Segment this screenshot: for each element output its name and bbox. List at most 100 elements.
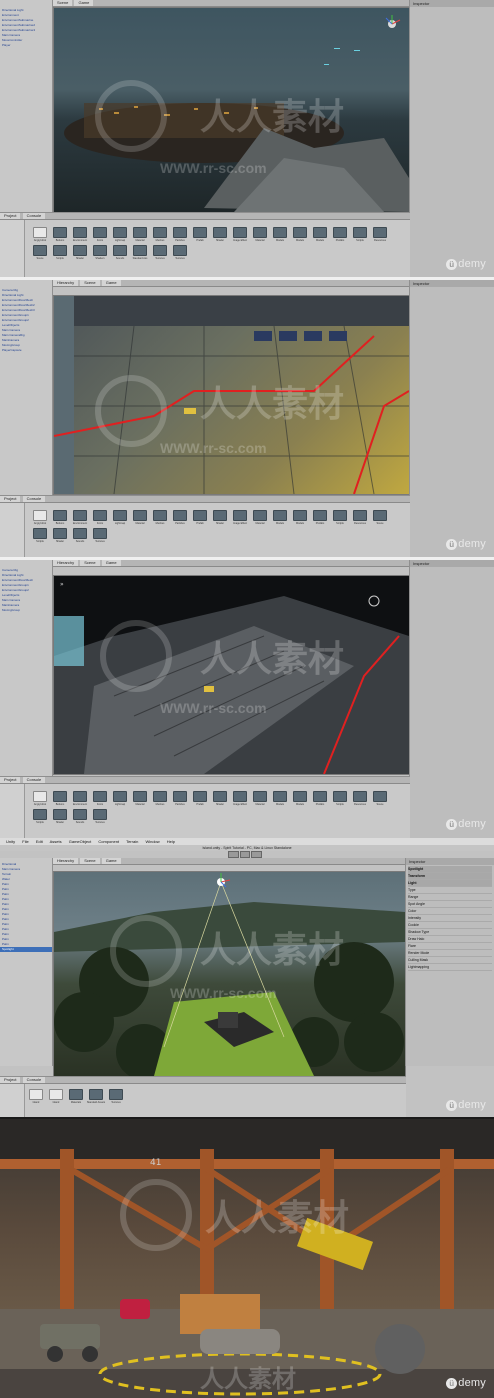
tab-scene[interactable]: Scene xyxy=(80,560,100,566)
step-icon[interactable] xyxy=(251,851,263,858)
inspector-property[interactable]: Shadow Type xyxy=(408,929,492,936)
tab-project[interactable]: Project xyxy=(0,1077,21,1083)
asset-item[interactable]: Prefab xyxy=(193,791,207,806)
asset-item[interactable]: Models xyxy=(273,227,287,242)
inspector-property[interactable]: Lightmapping xyxy=(408,964,492,971)
asset-item[interactable]: Models xyxy=(273,510,287,525)
asset-item[interactable]: Environment xyxy=(73,791,87,806)
asset-item[interactable]: Models xyxy=(293,791,307,806)
asset-item[interactable]: Scene xyxy=(373,791,387,806)
tab-game[interactable]: Game xyxy=(74,0,94,6)
asset-item[interactable]: Material xyxy=(253,510,267,525)
inspector-property[interactable]: Spot Angle xyxy=(408,901,492,908)
tab-game[interactable]: Game xyxy=(101,560,121,566)
inspector-property[interactable]: Intensity xyxy=(408,915,492,922)
asset-item[interactable]: Models xyxy=(293,227,307,242)
asset-item[interactable]: Island xyxy=(49,1089,63,1104)
tab-hierarchy[interactable]: Hierarchy xyxy=(53,858,79,864)
asset-item[interactable]: Shader xyxy=(53,528,67,543)
tab-project[interactable]: Project xyxy=(0,777,21,783)
tab-project[interactable]: Project xyxy=(0,496,21,502)
asset-item[interactable]: Fonts xyxy=(93,227,107,242)
asset-item[interactable]: Shader xyxy=(73,245,87,260)
asset-item[interactable]: Textures xyxy=(109,1089,123,1104)
asset-item[interactable]: Textures xyxy=(173,245,187,260)
asset-item[interactable]: Shader xyxy=(213,227,227,242)
asset-item[interactable]: Textures xyxy=(93,809,107,824)
tab-project[interactable]: Project xyxy=(0,213,21,219)
hierarchy-item[interactable]: MovingGroup xyxy=(0,608,52,613)
inspector-property[interactable]: Culling Mask xyxy=(408,957,492,964)
asset-item[interactable]: Lightmap xyxy=(113,510,127,525)
asset-item[interactable]: Sounds xyxy=(73,809,87,824)
spotlight-gizmo-icon[interactable] xyxy=(217,873,231,888)
asset-item[interactable]: Image Effect xyxy=(233,510,247,525)
scene-gizmo[interactable] xyxy=(385,15,401,28)
asset-item[interactable]: Buttons xyxy=(53,510,67,525)
asset-item[interactable]: Resources xyxy=(373,227,387,242)
inspector-property[interactable]: Spotlight xyxy=(408,866,492,873)
pause-icon[interactable] xyxy=(239,851,251,858)
inspector-property[interactable]: Render Mode xyxy=(408,950,492,957)
asset-item[interactable]: Resources xyxy=(353,791,367,806)
hierarchy-item[interactable]: Player xyxy=(0,43,52,48)
asset-item[interactable]: Scripts xyxy=(33,809,47,824)
asset-item[interactable]: Environment xyxy=(73,227,87,242)
asset-item[interactable]: Angryrobot xyxy=(33,510,47,525)
asset-item[interactable]: Image Effect xyxy=(233,227,247,242)
inspector-property[interactable]: Draw Halo xyxy=(408,936,492,943)
asset-item[interactable]: Textures xyxy=(93,528,107,543)
menu-terrain[interactable]: Terrain xyxy=(126,839,138,844)
menu-file[interactable]: File xyxy=(22,839,28,844)
asset-item[interactable]: Lightmap xyxy=(113,227,127,242)
asset-item[interactable]: Shader xyxy=(53,809,67,824)
asset-item[interactable]: Meshes xyxy=(153,227,167,242)
hierarchy-item-selected[interactable]: Spotlight xyxy=(0,947,52,952)
inspector-property[interactable]: Range xyxy=(408,894,492,901)
asset-item[interactable]: Particles xyxy=(173,510,187,525)
asset-item[interactable]: Materials xyxy=(69,1089,83,1104)
play-icon[interactable] xyxy=(228,851,239,858)
tab-game[interactable]: Game xyxy=(101,280,121,286)
asset-item[interactable]: Material xyxy=(133,510,147,525)
asset-item[interactable]: Environment xyxy=(73,510,87,525)
asset-item[interactable]: Image Effect xyxy=(233,791,247,806)
asset-item[interactable]: Scripts xyxy=(53,245,67,260)
hierarchy-item[interactable]: PlayerCapsule xyxy=(0,348,52,353)
asset-item[interactable]: Meshes xyxy=(153,791,167,806)
tab-scene[interactable]: Scene xyxy=(80,858,100,864)
tab-scene[interactable]: Scene xyxy=(80,280,100,286)
asset-item[interactable]: Prefabs xyxy=(333,227,347,242)
asset-item[interactable]: Sounds xyxy=(113,245,127,260)
tab-game[interactable]: Game xyxy=(101,858,121,864)
menu-gameobject[interactable]: GameObject xyxy=(69,839,91,844)
inspector-property[interactable]: Color xyxy=(408,908,492,915)
inspector-property[interactable]: Light xyxy=(408,880,492,887)
menu-edit[interactable]: Edit xyxy=(36,839,43,844)
asset-item[interactable]: Material xyxy=(133,791,147,806)
asset-item[interactable]: Meshes xyxy=(153,510,167,525)
asset-item[interactable]: Angryrobot xyxy=(33,227,47,242)
asset-item[interactable]: Material xyxy=(133,227,147,242)
inspector-property[interactable]: Transform xyxy=(408,873,492,880)
asset-item[interactable]: Island xyxy=(29,1089,43,1104)
asset-item[interactable]: Models xyxy=(313,227,327,242)
tab-console[interactable]: Console xyxy=(22,496,46,502)
asset-item[interactable]: Shaders xyxy=(93,245,107,260)
asset-item[interactable]: Fonts xyxy=(93,510,107,525)
tab-console[interactable]: Console xyxy=(22,1077,46,1083)
asset-item[interactable]: Shader xyxy=(213,510,227,525)
asset-item[interactable]: Textures xyxy=(153,245,167,260)
asset-item[interactable]: Particles xyxy=(173,791,187,806)
asset-item[interactable]: Scene xyxy=(373,510,387,525)
asset-item[interactable]: Fonts xyxy=(93,791,107,806)
asset-item[interactable]: Sounds xyxy=(73,528,87,543)
tab-hierarchy[interactable]: Hierarchy xyxy=(53,280,79,286)
asset-item[interactable]: Shader xyxy=(213,791,227,806)
inspector-property[interactable]: Type xyxy=(408,887,492,894)
tab-scene[interactable]: Scene xyxy=(53,0,73,6)
scene-view[interactable] xyxy=(53,871,406,1077)
tab-hierarchy[interactable]: Hierarchy xyxy=(53,560,79,566)
menu-component[interactable]: Component xyxy=(98,839,119,844)
asset-item[interactable]: Scripts xyxy=(333,510,347,525)
